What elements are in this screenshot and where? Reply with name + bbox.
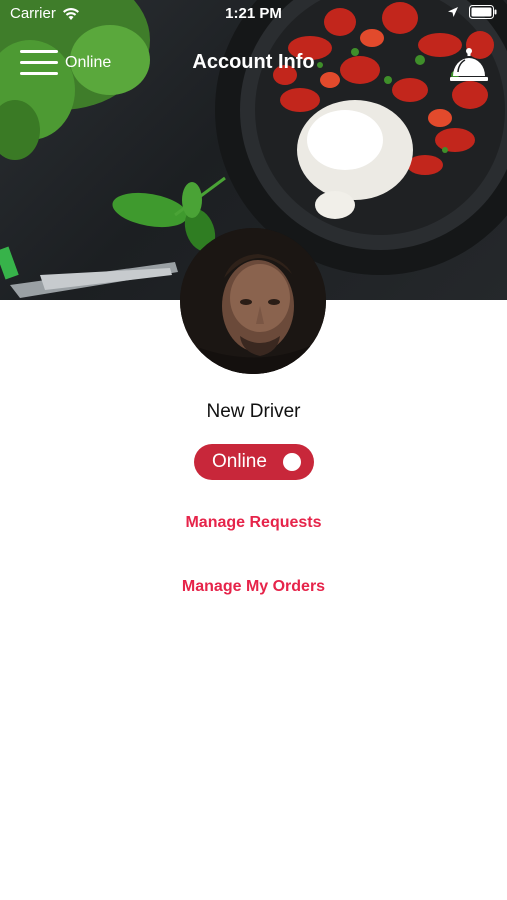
avatar[interactable] xyxy=(180,228,326,374)
service-bell-icon xyxy=(450,48,488,81)
notifications-button[interactable] xyxy=(449,44,489,84)
battery-icon xyxy=(469,5,497,19)
status-bar: Carrier 1:21 PM xyxy=(0,0,507,28)
toggle-label: Online xyxy=(212,451,267,472)
toggle-knob xyxy=(283,453,301,471)
driver-name: New Driver xyxy=(206,401,301,422)
manage-requests-link[interactable]: Manage Requests xyxy=(0,514,507,532)
status-right-group xyxy=(447,5,497,19)
status-time: 1:21 PM xyxy=(225,5,282,22)
availability-toggle[interactable]: Online xyxy=(194,444,314,480)
page-title: Account Info xyxy=(192,51,315,73)
driver-photo xyxy=(180,228,326,374)
location-arrow-icon xyxy=(448,7,458,17)
manage-my-orders-link[interactable]: Manage My Orders xyxy=(0,578,507,596)
nav-bar: Online Account Info xyxy=(0,40,507,88)
